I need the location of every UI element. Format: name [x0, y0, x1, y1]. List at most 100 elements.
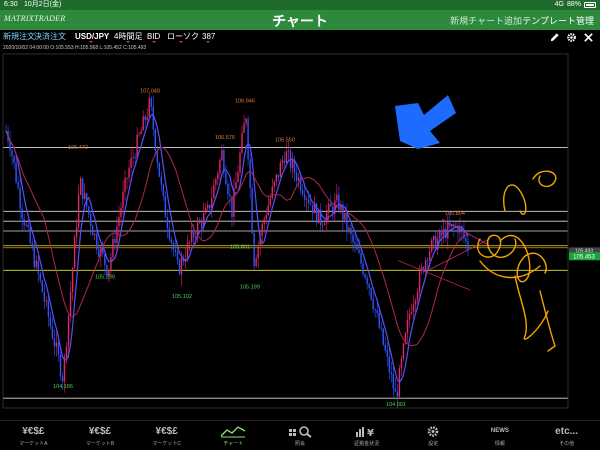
tab-0[interactable]: ¥€$£ マーケットA [5, 421, 61, 450]
candle-body [392, 373, 395, 389]
chart-type-label: ローソク [167, 32, 199, 41]
candle-body [39, 273, 42, 281]
tab-6[interactable]: 設定 [405, 421, 461, 450]
candle-body [92, 226, 94, 236]
candle-body [366, 277, 368, 284]
candle-body [424, 260, 427, 272]
candle-body [279, 162, 282, 177]
candle-body [227, 184, 229, 195]
candle-body [136, 134, 138, 158]
candle-body [285, 151, 288, 163]
candle-body [309, 203, 312, 205]
candle-body [178, 260, 181, 275]
candle-body [61, 376, 64, 382]
currency-pair-select[interactable]: USD/JPY [75, 30, 109, 44]
candle-body [269, 198, 271, 206]
battery-icon [584, 2, 596, 8]
candle-body [376, 310, 378, 313]
candle-body [348, 227, 350, 230]
tab-8[interactable]: etc... その他 [539, 421, 595, 450]
candle-body [426, 260, 429, 262]
candle-body [410, 311, 413, 314]
candle-body [90, 214, 92, 227]
high-price-label: 106.550 [275, 137, 295, 143]
candle-body [140, 130, 142, 134]
candle-body [59, 354, 62, 377]
candle-body [390, 372, 393, 374]
candle-body [253, 233, 255, 267]
candle-body [336, 194, 338, 201]
chart-type-select[interactable]: ローソク [167, 30, 199, 44]
candle-body [205, 208, 207, 214]
gear-icon[interactable] [566, 32, 577, 43]
candle-body [57, 342, 60, 355]
high-price-label: 106.946 [235, 98, 255, 104]
candle-count-select[interactable]: 387 [202, 30, 215, 44]
candle-body [158, 162, 161, 177]
tab-label: 照会 [294, 441, 305, 447]
handwriting-annotation [532, 170, 557, 188]
candle-body [247, 118, 249, 160]
candle-body [324, 223, 326, 225]
candle-body [396, 391, 399, 397]
candle-body [380, 327, 382, 329]
candle-body [37, 260, 39, 274]
candle-body [307, 199, 310, 204]
tab-label: 設定 [428, 441, 439, 447]
dropdown-caret-icon [179, 41, 183, 43]
tab-icon-text: ¥€$£ [155, 425, 178, 437]
candle-body [164, 196, 167, 218]
trendline [397, 260, 471, 291]
candle-body [194, 236, 197, 238]
tab-1[interactable]: ¥€$£ マーケットB [72, 421, 128, 450]
search-icon [288, 425, 312, 438]
new-order-button[interactable]: 新規注文 [3, 30, 35, 44]
candle-body [368, 283, 370, 288]
tab-label: マーケットA [19, 441, 48, 447]
candle-body [41, 280, 44, 293]
settle-order-button[interactable]: 決済注文 [34, 30, 66, 44]
tab-label: マーケットB [85, 441, 115, 447]
candle-body [53, 338, 56, 347]
candle-body [200, 221, 203, 228]
tab-3[interactable]: チャート [205, 421, 261, 450]
add-chart-button[interactable]: 新規チャート追加 [450, 14, 522, 27]
tab-4[interactable]: 照会 [272, 421, 328, 450]
candle-body [467, 241, 469, 251]
template-manage-button[interactable]: テンプレート管理 [522, 14, 594, 27]
candle-body [43, 292, 46, 302]
candle-body [400, 358, 403, 369]
candle-body [273, 181, 276, 187]
candle-body [21, 208, 23, 219]
chart-icon [220, 425, 246, 437]
tab-icon-text: ¥€$£ [88, 425, 112, 437]
timeframe-select[interactable]: 4時間足 [114, 30, 142, 44]
candle-body [394, 388, 397, 392]
candle-body [45, 300, 48, 302]
candle-body [386, 350, 388, 357]
candle-body [13, 155, 15, 164]
candle-body [81, 178, 84, 200]
close-icon[interactable] [583, 32, 594, 43]
candle-body [83, 193, 86, 200]
dropdown-caret-icon [89, 41, 93, 43]
pencil-icon[interactable] [549, 32, 560, 43]
candle-body [172, 242, 175, 250]
tab-2[interactable]: ¥€$£ マーケットC [139, 421, 195, 450]
handwriting-annotation [503, 184, 527, 215]
price-chart[interactable]: 106.472 107.048 106.946 106.576 106.550 105.8… [0, 51, 600, 414]
candle-body [271, 186, 274, 199]
handwriting-annotation [479, 260, 541, 279]
candle-body [192, 230, 195, 238]
tab-5[interactable]: ¥ 証拠金状況 [339, 421, 395, 450]
arrow-annotation-icon [395, 95, 456, 149]
price-type-select[interactable]: BID [147, 30, 160, 44]
tab-7[interactable]: NEWS 情報 [472, 421, 528, 450]
candle-body [221, 150, 223, 161]
candle-body [326, 212, 328, 224]
low-price-label: 105.199 [240, 284, 260, 290]
candle-body [130, 157, 132, 168]
candle-body [148, 98, 150, 117]
candle-body [69, 291, 72, 316]
candle-body [249, 159, 251, 189]
